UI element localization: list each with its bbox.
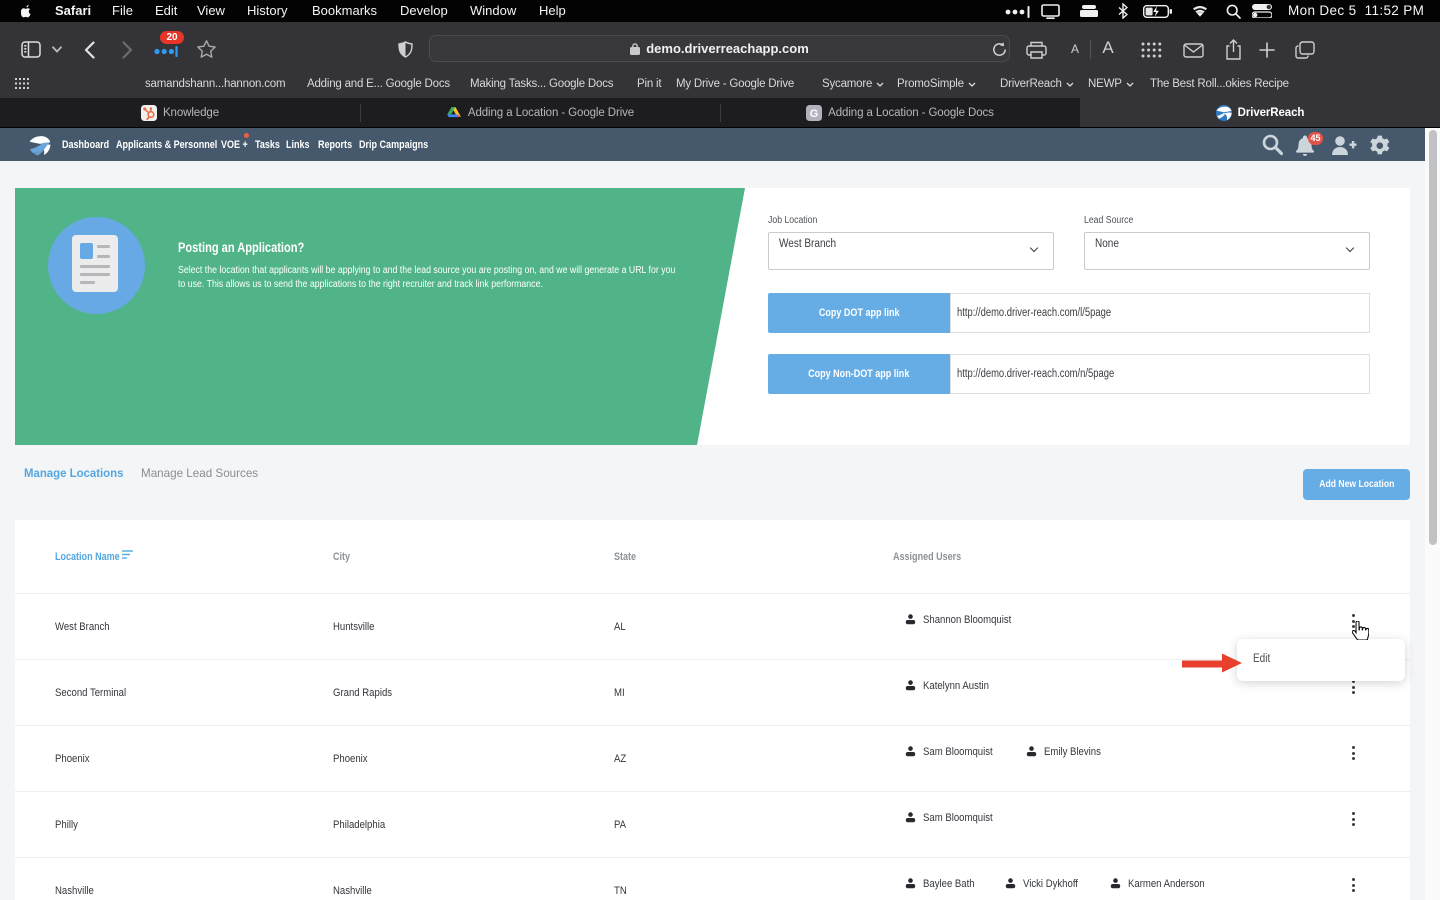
svg-text:G: G bbox=[810, 108, 818, 120]
